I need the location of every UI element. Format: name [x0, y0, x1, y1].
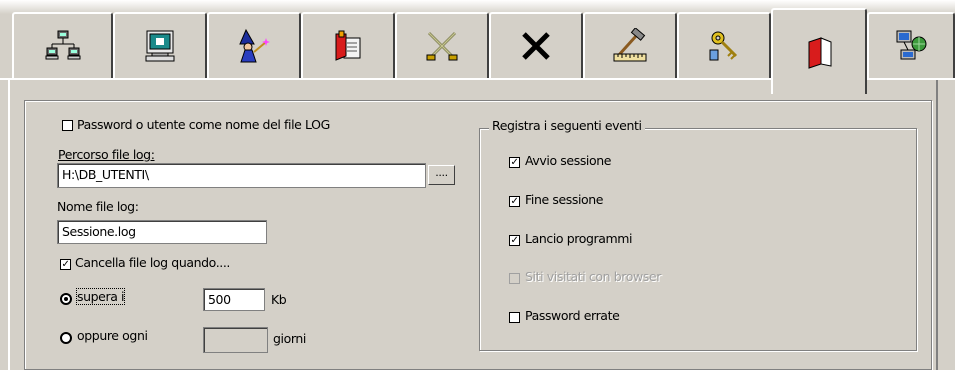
days-input[interactable] — [203, 327, 268, 353]
events-group-title: Registra i seguenti eventi — [489, 118, 645, 133]
session-end-label: Fine sessione — [525, 192, 604, 207]
tab-keys[interactable] — [677, 12, 771, 78]
program-launch-label: Lancio programmi — [525, 231, 633, 246]
tab-log[interactable] — [771, 8, 867, 94]
tab-network[interactable] — [12, 12, 113, 78]
tab-monitor[interactable] — [113, 12, 207, 78]
password-as-log-name-checkbox[interactable] — [62, 120, 73, 131]
every-days-radio[interactable] — [60, 332, 72, 344]
tab-crossed-swords[interactable] — [395, 12, 489, 78]
tab-wizard[interactable] — [207, 12, 301, 78]
session-end-checkbox[interactable]: ✓ — [509, 196, 520, 207]
crossed-swords-icon — [426, 31, 458, 61]
delete-log-label: Cancella file log quando.... — [75, 255, 230, 270]
monitor-icon — [145, 30, 175, 62]
log-path-label: Percorso file log: — [58, 147, 155, 162]
log-path-input[interactable]: H:\DB_UTENTI\ — [57, 163, 426, 188]
hammer-ruler-icon — [613, 28, 647, 62]
keys-icon — [709, 31, 738, 61]
log-name-label: Nome file log: — [57, 199, 139, 214]
x-icon — [522, 32, 550, 60]
network-globe-icon — [896, 30, 927, 60]
session-start-checkbox[interactable]: ✓ — [509, 157, 520, 168]
file-tools-icon — [335, 30, 361, 61]
exceeds-radio[interactable] — [60, 293, 72, 305]
program-launch-checkbox[interactable]: ✓ — [509, 235, 520, 246]
wrong-password-label: Password errate — [525, 308, 620, 323]
tab-file-tools[interactable] — [301, 12, 395, 78]
delete-log-checkbox[interactable]: ✓ — [60, 259, 71, 270]
kb-unit-label: Kb — [271, 292, 287, 307]
network-icon — [45, 30, 80, 60]
password-as-log-name-label: Password o utente come nome del file LOG — [77, 117, 330, 132]
tab-hammer-ruler[interactable] — [583, 12, 677, 78]
browse-button[interactable]: .... — [428, 165, 455, 185]
session-start-label: Avvio sessione — [525, 153, 612, 168]
exceeds-size-input[interactable]: 500 — [203, 288, 265, 311]
days-unit-label: giorni — [273, 331, 306, 346]
visited-sites-label: Siti visitati con browser — [525, 269, 661, 284]
visited-sites-checkbox — [509, 273, 520, 284]
wrong-password-checkbox[interactable] — [509, 312, 520, 323]
tab-network-globe[interactable] — [867, 12, 955, 78]
tab-close[interactable] — [489, 12, 583, 78]
exceeds-label: supera i — [75, 288, 126, 305]
every-days-label: oppure ogni — [77, 328, 148, 343]
wizard-icon — [239, 28, 270, 63]
log-book-icon — [808, 37, 832, 69]
tab-panel-edge — [936, 80, 938, 370]
log-name-input[interactable]: Sessione.log — [57, 220, 267, 244]
